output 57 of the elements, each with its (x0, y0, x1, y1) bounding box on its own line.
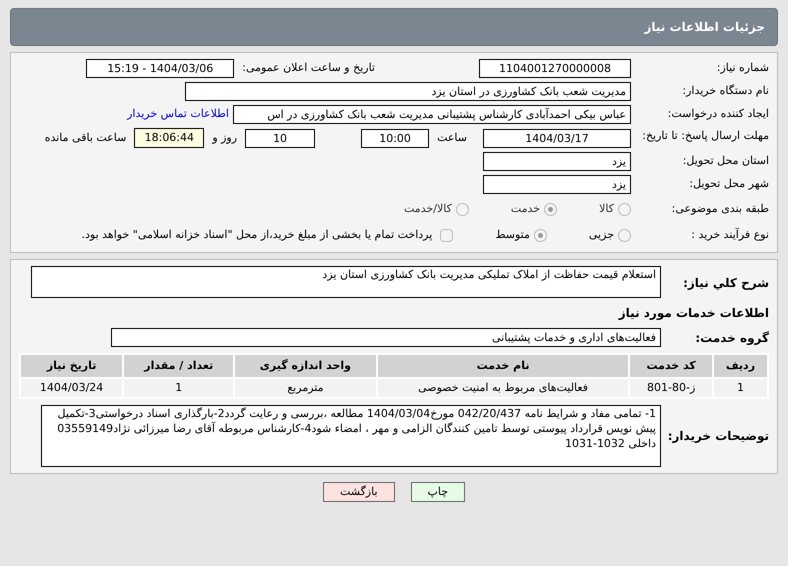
column-header: تاریخ نیاز (20, 354, 124, 378)
radio-button[interactable] (456, 202, 469, 216)
radio-label: خدمت (510, 200, 540, 217)
description-textarea[interactable]: استعلام قیمت حفاظت از املاک تملیکی مدیریت بانک کشاورزی استان یزد (31, 266, 661, 298)
column-header: واحد اندازه گیری (234, 354, 377, 378)
radio-label: کالا/خدمت (404, 200, 452, 217)
table-cell: ز-80-801 (629, 378, 713, 398)
radio-label: جزیی (588, 226, 614, 243)
radio-button[interactable] (534, 228, 547, 242)
table-cell: 1404/03/24 (20, 378, 124, 398)
field-label: استان محل تحویل: (682, 153, 769, 170)
column-header: نام خدمت (376, 354, 630, 378)
section-title: اطلاعات خدمات مورد نیاز (617, 305, 769, 322)
print-button[interactable]: چاپ (410, 482, 466, 502)
text-field[interactable]: 10 (245, 128, 316, 148)
radio-button[interactable] (618, 202, 631, 216)
text-field[interactable]: 1104001270000008 (479, 59, 631, 78)
text-field[interactable]: یزد (483, 152, 631, 171)
text-field[interactable]: مدیریت شعب بانک کشاورزی در استان یزد (185, 82, 631, 101)
time-label: ساعت (437, 130, 467, 146)
field-label: شماره نیاز: (716, 60, 769, 76)
text-field[interactable]: فعالیت‌های اداری و خدمات پشتیبانی (111, 328, 661, 347)
field-label: تاریخ و ساعت اعلان عمومی: (242, 60, 375, 76)
column-header: ردیف (712, 354, 768, 378)
field-label: ایجاد کننده درخواست: (666, 106, 769, 122)
radio-button[interactable] (618, 228, 631, 242)
field-label: توضیحات خریدار: (669, 428, 769, 445)
field-label: مهلت ارسال پاسخ: تا تاریخ: (641, 128, 769, 143)
radio-label: متوسط (495, 226, 530, 243)
text-field[interactable]: عباس بیکی احمدآبادی کارشناس پشتیبانی مدیریت شعب بانک کشاورزی در اس (233, 105, 631, 124)
notes-textarea[interactable]: 1- تمامی مفاد و شرایط نامه 042/20/437 مورخ1404/03/04 مطالعه ،بررسی و رعایت گردد2-بارگذاری اسناد درخواستی3-تکمیل پیش نویس قرارداد پیوستی توسط تامین کنندگان الزامی و مهر ، امضاء شود4-کارشناس مربوطه آقای رضا میرزائی نژاد03559149 داخلی 1032-1031 (41, 405, 661, 467)
payment-note: پرداخت تمام یا بخشی از مبلغ خرید،از محل "اسناد خزانه اسلامی" خواهد بود. (82, 226, 432, 243)
table-cell: فعالیت‌های مربوط به امنیت خصوصی (376, 378, 630, 398)
field-label: طبقه بندی موضوعی: (670, 200, 769, 217)
contact-link[interactable]: اطلاعات تماس خریدار (127, 106, 229, 123)
field-label: گروه خدمت: (694, 330, 769, 346)
table-cell: 1 (123, 378, 234, 398)
field-label: شهر محل تحویل: (688, 176, 769, 192)
remaining-time: 18:06:44 (134, 128, 204, 148)
radio-button[interactable] (544, 202, 558, 216)
field-label: نام دستگاه خریدار: (681, 83, 769, 100)
remaining-label: ساعت باقی مانده (44, 130, 126, 146)
field-label: نوع فرآیند خرید : (690, 226, 769, 243)
text-field[interactable]: 1404/03/17 (483, 128, 631, 148)
table-cell: 1 (712, 378, 768, 398)
column-header: کد خدمت (629, 354, 713, 378)
text-field[interactable]: 1404/03/06 - 15:19 (86, 59, 234, 78)
checkbox[interactable] (440, 228, 454, 242)
text-field[interactable]: 10:00 (361, 128, 430, 148)
text-field[interactable]: یزد (483, 175, 631, 194)
back-button[interactable]: بازگشت (322, 482, 395, 502)
table-cell: مترمربع (234, 378, 377, 398)
radio-label: کالا (599, 200, 614, 217)
days-label: روز و (212, 130, 238, 146)
header-title: جزئیات اطلاعات نیاز (644, 19, 765, 36)
column-header: تعداد / مقدار (123, 354, 234, 378)
field-label: شرح کلي نياز: (682, 275, 769, 292)
